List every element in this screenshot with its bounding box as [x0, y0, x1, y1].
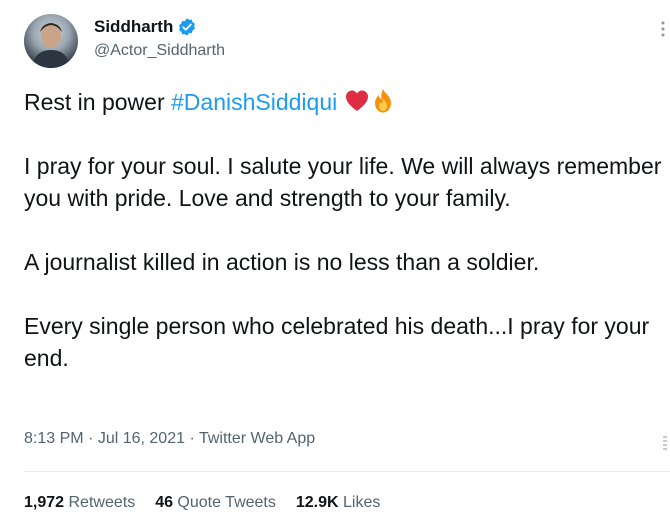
tweet-line-1: Rest in power #DanishSiddiqui [24, 86, 664, 118]
retweets-label: Retweets [64, 494, 136, 511]
likes-count: 12.9K [295, 494, 339, 511]
more-options-icon[interactable] [660, 20, 666, 38]
likes-stat[interactable]: 12.9K Likes [296, 494, 381, 512]
tweet-date[interactable]: Jul 16, 2021 [98, 430, 185, 447]
hashtag-link[interactable]: #DanishSiddiqui [171, 89, 337, 115]
fire-icon [370, 88, 396, 114]
meta-separator: · [83, 430, 98, 447]
quote-tweets-count: 46 [155, 494, 173, 511]
avatar-portrait-icon [32, 23, 70, 68]
handle[interactable]: @Actor_Siddharth [94, 42, 225, 60]
avatar[interactable] [24, 14, 78, 68]
tweet-time[interactable]: 8:13 PM [24, 430, 84, 447]
tweet-stats: 1,972 Retweets 46 Quote Tweets 12.9K Lik… [24, 494, 380, 512]
display-name[interactable]: Siddharth [94, 17, 173, 37]
meta-separator: · [185, 430, 199, 447]
retweets-stat[interactable]: 1,972 Retweets [24, 494, 135, 512]
tweet-paragraph-3: A journalist killed in action is no less… [24, 249, 540, 275]
tweet-card: Siddharth @Actor_Siddharth Rest in power… [0, 0, 670, 527]
tweet-paragraph-2: I pray for your soul. I salute your life… [24, 153, 662, 211]
divider [24, 471, 670, 472]
red-heart-icon [344, 88, 370, 114]
likes-label: Likes [338, 494, 381, 511]
quote-tweets-label: Quote Tweets [172, 494, 276, 511]
name-row: Siddharth [94, 17, 225, 37]
tweet-header: Siddharth @Actor_Siddharth [24, 12, 225, 70]
tweet-text-prefix: Rest in power [24, 89, 172, 115]
author-info: Siddharth @Actor_Siddharth [94, 17, 225, 60]
side-handle-icon [662, 434, 668, 452]
tweet-source[interactable]: Twitter Web App [199, 430, 315, 447]
tweet-meta: 8:13 PM · Jul 16, 2021 · Twitter Web App [24, 430, 315, 448]
tweet-paragraph-4: Every single person who celebrated his d… [24, 313, 650, 371]
tweet-text: Rest in power #DanishSiddiqui I pray for… [24, 86, 664, 374]
retweets-count: 1,972 [24, 494, 65, 511]
quote-tweets-stat[interactable]: 46 Quote Tweets [155, 494, 276, 512]
verified-badge-icon [177, 17, 197, 37]
